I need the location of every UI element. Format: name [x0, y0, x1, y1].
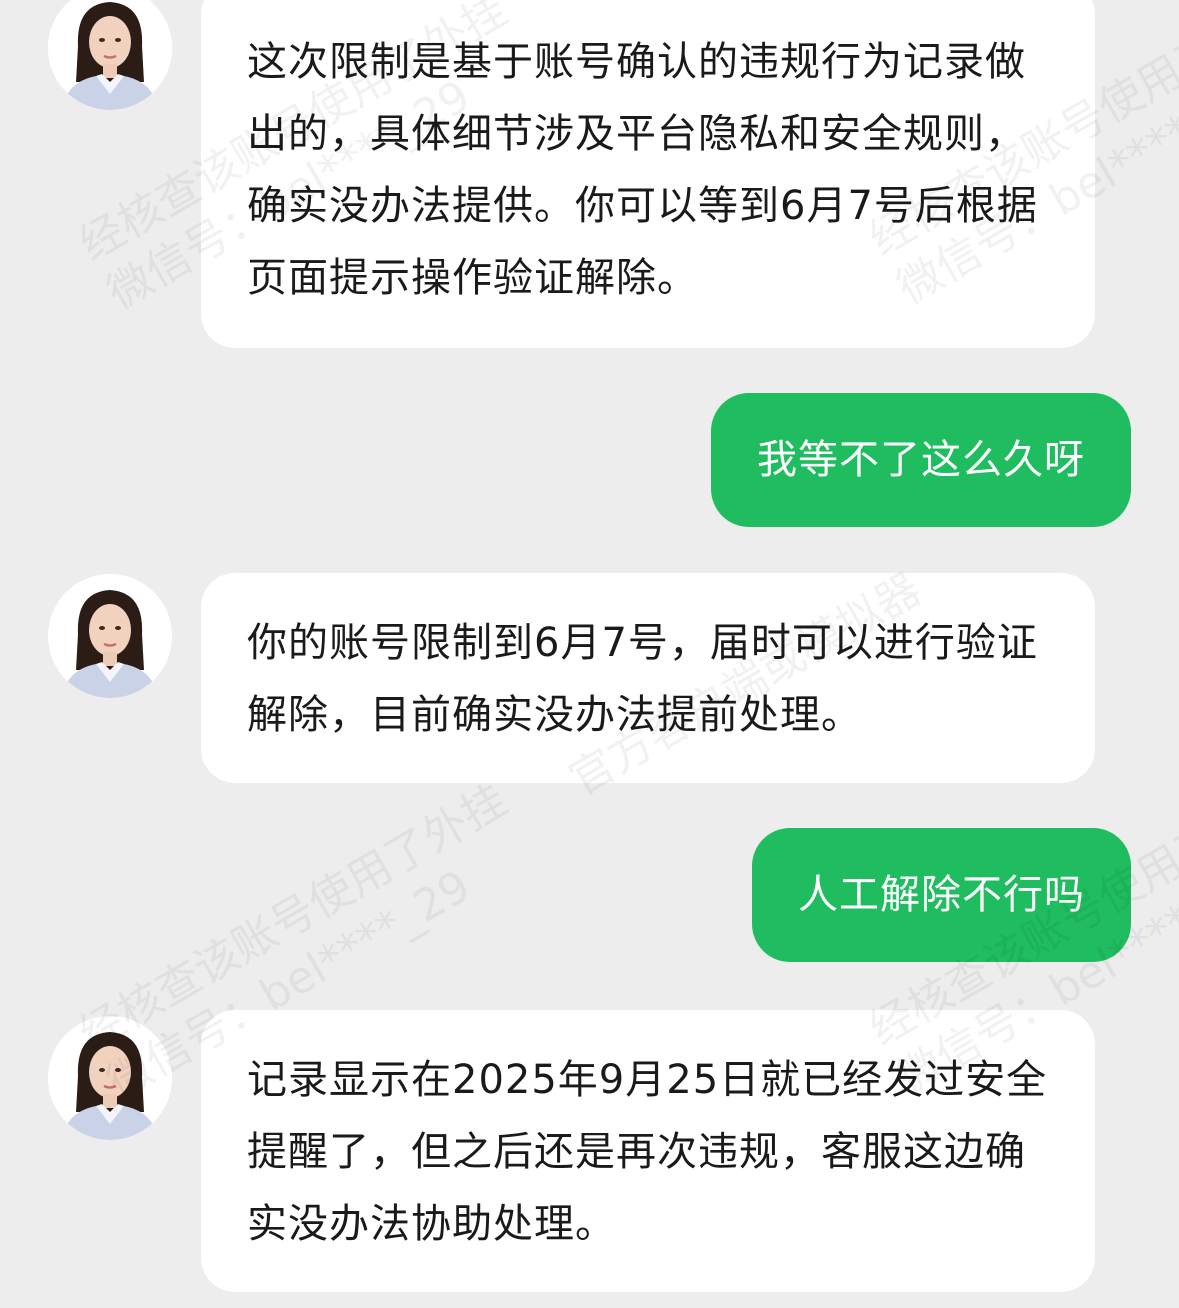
agent-avatar[interactable]	[48, 574, 172, 698]
message-bubble-incoming[interactable]: 这次限制是基于账号确认的违规行为记录做出的，具体细节涉及平台隐私和安全规则，确实…	[201, 0, 1095, 348]
message-text: 你的账号限制到6月7号，届时可以进行验证解除，目前确实没办法提前处理。	[247, 620, 1038, 738]
message-bubble-incoming[interactable]: 你的账号限制到6月7号，届时可以进行验证解除，目前确实没办法提前处理。	[201, 573, 1095, 783]
message-text: 人工解除不行吗	[798, 872, 1085, 918]
agent-avatar[interactable]	[48, 0, 172, 110]
message-bubble-outgoing[interactable]: 人工解除不行吗	[752, 828, 1131, 962]
chat-area[interactable]: 这次限制是基于账号确认的违规行为记录做出的，具体细节涉及平台隐私和安全规则，确实…	[0, 0, 1179, 1308]
message-bubble-outgoing[interactable]: 我等不了这么久呀	[711, 393, 1131, 527]
agent-avatar[interactable]	[48, 1016, 172, 1140]
message-text: 我等不了这么久呀	[757, 437, 1085, 483]
message-text: 记录显示在2025年9月25日就已经发过安全提醒了，但之后还是再次违规，客服这边…	[247, 1057, 1048, 1247]
message-text: 这次限制是基于账号确认的违规行为记录做出的，具体细节涉及平台隐私和安全规则，确实…	[247, 39, 1038, 301]
message-bubble-incoming[interactable]: 记录显示在2025年9月25日就已经发过安全提醒了，但之后还是再次违规，客服这边…	[201, 1010, 1095, 1292]
